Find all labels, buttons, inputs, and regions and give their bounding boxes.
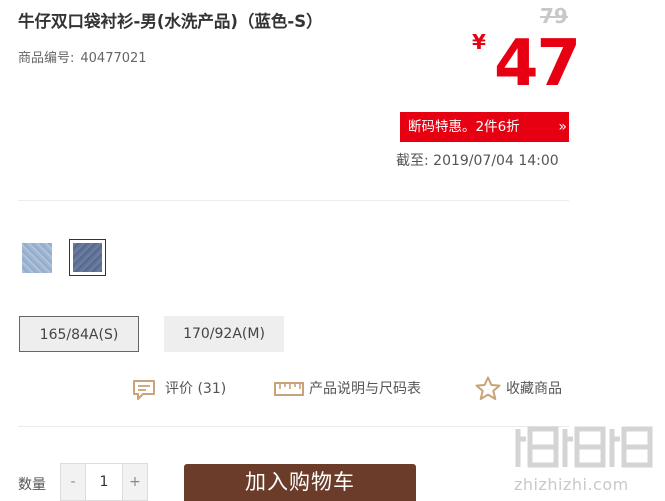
sku-value: 40477021 <box>80 51 147 66</box>
deadline-label: 截至: <box>396 153 429 169</box>
current-price: 47 <box>494 27 581 101</box>
promo-banner[interactable]: 断码特惠。2件6折 » <box>400 112 569 142</box>
size-chart-label: 产品说明与尺码表 <box>309 381 421 397</box>
color-swatch-dark-denim[interactable] <box>69 239 106 276</box>
quantity-decrease-button[interactable]: - <box>61 464 85 500</box>
divider <box>18 200 569 201</box>
favorite-label: 收藏商品 <box>506 381 562 397</box>
quantity-increase-button[interactable]: + <box>123 464 147 500</box>
add-to-cart-button[interactable]: 加入购物车 <box>184 464 416 501</box>
comment-icon <box>133 380 155 400</box>
watermark-logo <box>515 426 653 468</box>
promo-label: 断码特惠。2件6折 <box>408 119 520 135</box>
ruler-icon <box>274 382 304 396</box>
quantity-label: 数量 <box>18 477 46 493</box>
product-title: 牛仔双口袋衬衫-男(水洗产品)（蓝色-S） <box>18 12 323 31</box>
divider <box>18 426 569 427</box>
deadline-value: 2019/07/04 14:00 <box>433 153 559 169</box>
sku-label: 商品编号: <box>18 51 75 66</box>
star-icon <box>475 376 501 400</box>
original-price: 79 <box>540 4 568 28</box>
double-chevron-right-icon: » <box>558 119 566 135</box>
promo-deadline: 截至: 2019/07/04 14:00 <box>396 150 559 170</box>
size-option-m[interactable]: 170/92A(M) <box>164 316 284 352</box>
quantity-input[interactable]: 1 <box>85 464 123 500</box>
review-label: 评价 (31) <box>165 381 227 397</box>
color-swatch-light-denim[interactable] <box>20 241 54 275</box>
quantity-stepper: - 1 + <box>60 463 148 501</box>
watermark-text: zhizhizhi.com <box>514 475 629 494</box>
size-option-s[interactable]: 165/84A(S) <box>19 316 139 352</box>
product-sku: 商品编号: 40477021 <box>18 47 147 66</box>
currency-symbol: ¥ <box>472 30 486 54</box>
